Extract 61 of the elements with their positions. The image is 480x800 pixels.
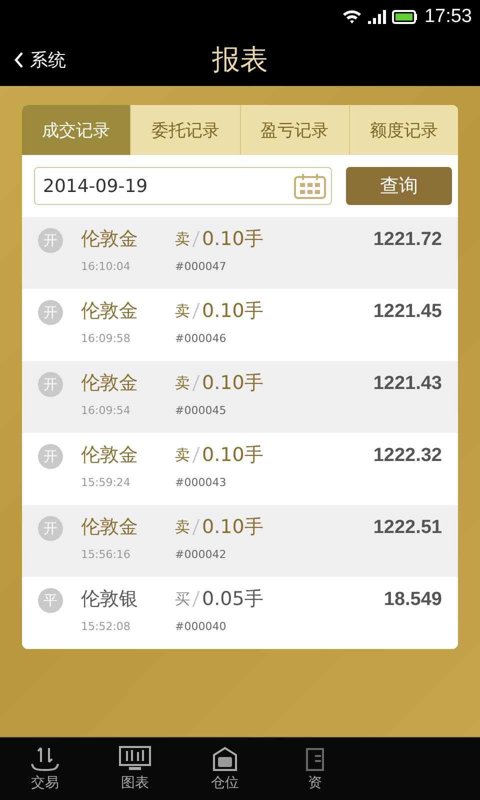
trade-price: 1221.43 [373, 373, 442, 395]
wifi-icon [342, 9, 362, 25]
signal-icon [368, 10, 386, 24]
battery-icon [392, 10, 418, 24]
order-number: #000043 [175, 476, 228, 489]
trade-time: 15:56:16 [81, 548, 132, 561]
nav-item[interactable]: 资 [270, 738, 360, 800]
trade-side: 卖 [175, 446, 190, 464]
trade-amount: 0.10手 [202, 371, 264, 396]
query-button[interactable]: 查询 [346, 167, 452, 205]
trade-side: 卖 [175, 230, 190, 248]
calendar-icon [294, 173, 326, 199]
trade-price: 18.549 [384, 589, 442, 611]
trade-amount: 0.10手 [202, 515, 264, 540]
arrows-icon [29, 746, 61, 772]
trade-price: 1222.51 [373, 517, 442, 539]
nav-item[interactable]: 交易 [0, 738, 90, 800]
trade-time: 16:09:58 [81, 332, 132, 345]
trade-side: 卖 [175, 302, 190, 320]
slash-icon [192, 590, 200, 608]
trade-time: 15:52:08 [81, 620, 132, 633]
order-number: #000040 [175, 620, 228, 633]
order-number: #000046 [175, 332, 228, 345]
instrument-name: 伦敦金 [81, 443, 139, 468]
tab[interactable]: 额度记录 [348, 105, 458, 155]
trade-time: 16:10:04 [81, 260, 132, 273]
order-number: #000042 [175, 548, 228, 561]
status-time: 17:53 [424, 6, 472, 28]
instrument-name: 伦敦金 [81, 299, 139, 324]
slash-icon [192, 230, 200, 248]
instrument-name: 伦敦金 [81, 515, 139, 540]
trade-side: 买 [175, 590, 190, 608]
back-icon [14, 51, 24, 69]
slash-icon [192, 302, 200, 320]
instrument-name: 伦敦银 [81, 587, 139, 612]
date-field[interactable]: 2014-09-19 [34, 167, 332, 205]
trade-price: 1221.45 [373, 301, 442, 323]
slash-icon [192, 374, 200, 392]
trade-price: 1222.32 [373, 445, 442, 467]
slash-icon [192, 518, 200, 536]
instrument-name: 伦敦金 [81, 227, 139, 252]
page-title: 报表 [212, 42, 268, 78]
nav-item[interactable]: 图表 [90, 738, 180, 800]
slash-icon [192, 446, 200, 464]
document-icon [306, 746, 324, 772]
trade-side: 卖 [175, 518, 190, 536]
trade-amount: 0.10手 [202, 227, 264, 252]
nav-item[interactable]: 仓位 [180, 738, 270, 800]
monitor-icon [119, 746, 151, 772]
trade-price: 1221.72 [373, 229, 442, 251]
trade-amount: 0.10手 [202, 299, 264, 324]
order-number: #000047 [175, 260, 228, 273]
back-button[interactable]: 系统 [0, 48, 66, 72]
trade-amount: 0.05手 [202, 587, 264, 612]
trade-side: 卖 [175, 374, 190, 392]
instrument-name: 伦敦金 [81, 371, 139, 396]
trade-time: 16:09:54 [81, 404, 132, 417]
trade-amount: 0.10手 [202, 443, 264, 468]
house-icon [212, 746, 238, 772]
order-number: #000045 [175, 404, 228, 417]
trade-time: 15:59:24 [81, 476, 132, 489]
